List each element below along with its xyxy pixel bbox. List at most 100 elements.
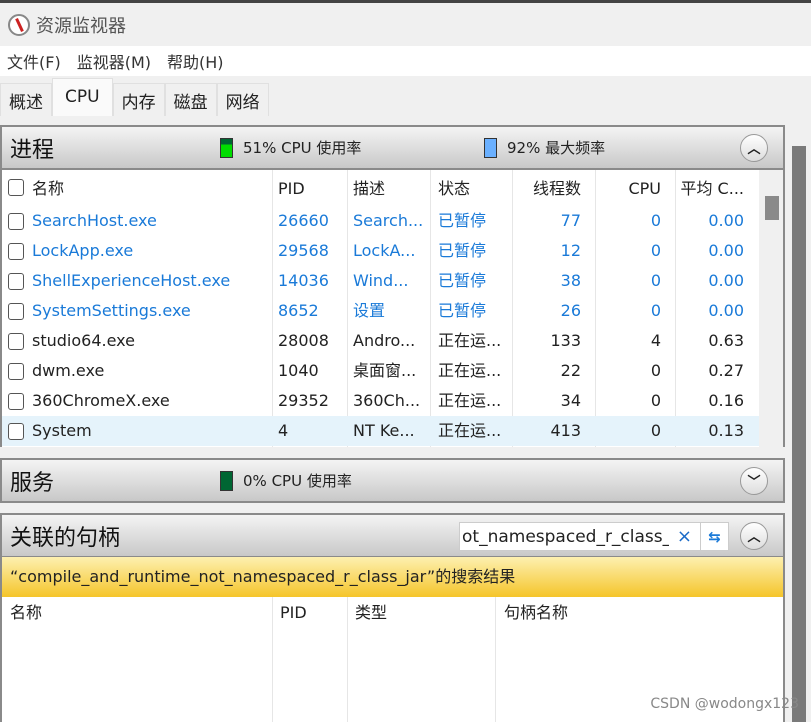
row-checkbox[interactable] bbox=[8, 333, 24, 350]
row-checkbox[interactable] bbox=[8, 303, 24, 320]
row-checkbox[interactable] bbox=[8, 213, 24, 230]
cpu-usage-stat: 51% CPU 使用率 bbox=[220, 137, 361, 158]
cell-pid: 1040 bbox=[278, 361, 319, 380]
row-checkbox[interactable] bbox=[8, 423, 24, 440]
refresh-search-icon[interactable]: ⇆ bbox=[700, 523, 728, 550]
cell-status: 正在运... bbox=[438, 361, 502, 380]
cell-status: 已暂停 bbox=[438, 301, 487, 320]
cell-description: 桌面窗... bbox=[353, 361, 417, 380]
services-cpu-text: 0% CPU 使用率 bbox=[243, 472, 352, 490]
cell-avg-cpu: 0.27 bbox=[708, 361, 744, 380]
table-row[interactable]: ShellExperienceHost.exe 14036 Wind... 已暂停 38… bbox=[2, 266, 759, 296]
cell-description: 360Ch... bbox=[353, 391, 421, 410]
table-row[interactable]: 360ChromeX.exe 29352 360Ch... 正在运... 34 0 0.16 bbox=[2, 386, 759, 416]
processes-header[interactable]: 进程 51% CPU 使用率 92% 最大频率 ︿ bbox=[0, 125, 785, 170]
column-header-pid[interactable]: PID bbox=[280, 598, 307, 628]
cell-threads: 26 bbox=[560, 301, 581, 320]
column-header-avg-cpu[interactable]: 平均 C... bbox=[675, 174, 744, 204]
cell-status: 已暂停 bbox=[438, 241, 487, 260]
handles-header[interactable]: 关联的句柄 ot_namespaced_r_class_jar × ⇆ ︿ bbox=[0, 513, 785, 558]
cell-avg-cpu: 0.00 bbox=[708, 271, 744, 290]
table-scrollbar[interactable] bbox=[759, 170, 783, 447]
cell-pid: 14036 bbox=[278, 271, 329, 290]
clear-search-icon[interactable]: × bbox=[669, 526, 700, 547]
tab-cpu[interactable]: CPU bbox=[52, 78, 113, 116]
cell-threads: 133 bbox=[550, 331, 581, 350]
cell-threads: 34 bbox=[560, 391, 581, 410]
table-row[interactable]: dwm.exe 1040 桌面窗... 正在运... 22 0 0.27 bbox=[2, 356, 759, 386]
table-row[interactable]: SearchHost.exe 26660 Search... 已暂停 77 0 0.00 bbox=[2, 206, 759, 236]
cell-status: 正在运... bbox=[438, 391, 502, 410]
main-scrollbar[interactable] bbox=[790, 116, 811, 722]
collapse-chevron-up-icon[interactable]: ︿ bbox=[740, 521, 768, 550]
tab-network[interactable]: 网络 bbox=[216, 83, 269, 116]
column-header-pid[interactable]: PID bbox=[278, 174, 342, 204]
expand-chevron-down-icon[interactable]: ﹀ bbox=[740, 466, 768, 495]
column-header-cpu[interactable]: CPU bbox=[595, 174, 661, 204]
tab-memory[interactable]: 内存 bbox=[112, 83, 165, 116]
services-cpu-swatch-icon bbox=[220, 470, 233, 491]
column-header-type[interactable]: 类型 bbox=[355, 598, 387, 628]
cell-threads: 22 bbox=[560, 361, 581, 380]
cell-name: ShellExperienceHost.exe bbox=[32, 271, 231, 290]
row-checkbox[interactable] bbox=[8, 273, 24, 290]
cell-threads: 12 bbox=[560, 241, 581, 260]
cell-pid: 8652 bbox=[278, 301, 319, 320]
column-header-description[interactable]: 描述 bbox=[353, 174, 422, 204]
menu-bar: 文件(F) 监视器(M) 帮助(H) bbox=[0, 46, 811, 76]
cell-name: 360ChromeX.exe bbox=[32, 391, 170, 410]
cell-status: 已暂停 bbox=[438, 211, 487, 230]
column-header-handle-name[interactable]: 句柄名称 bbox=[504, 598, 568, 628]
main-scrollbar-thumb[interactable] bbox=[792, 146, 806, 722]
collapse-chevron-up-icon[interactable]: ︿ bbox=[740, 133, 768, 162]
menu-help[interactable]: 帮助(H) bbox=[160, 49, 233, 73]
row-checkbox[interactable] bbox=[8, 393, 24, 410]
processes-title: 进程 bbox=[10, 137, 55, 163]
column-header-status[interactable]: 状态 bbox=[438, 174, 502, 204]
services-header[interactable]: 服务 0% CPU 使用率 ﹀ bbox=[0, 458, 785, 503]
cell-description: Andro... bbox=[353, 331, 416, 350]
tab-overview[interactable]: 概述 bbox=[0, 83, 52, 116]
table-row[interactable]: SystemSettings.exe 8652 设置 已暂停 26 0 0.00 bbox=[2, 296, 759, 326]
column-header-name[interactable]: 名称 bbox=[32, 174, 266, 204]
table-scrollbar-thumb[interactable] bbox=[765, 196, 779, 220]
tab-disk[interactable]: 磁盘 bbox=[164, 83, 217, 116]
cell-avg-cpu: 0.00 bbox=[708, 301, 744, 320]
cell-cpu: 0 bbox=[650, 301, 661, 320]
menu-monitor[interactable]: 监视器(M) bbox=[70, 49, 160, 73]
select-all-checkbox[interactable] bbox=[8, 179, 24, 196]
tab-bar: 概述 CPU 内存 磁盘 网络 bbox=[0, 76, 811, 116]
row-checkbox[interactable] bbox=[8, 243, 24, 260]
cell-description: Search... bbox=[353, 211, 422, 230]
cell-cpu: 0 bbox=[650, 421, 661, 440]
cell-pid: 28008 bbox=[278, 331, 329, 350]
table-header: 名称 PID 类型 句柄名称 ^ bbox=[2, 597, 759, 629]
table-row[interactable]: studio64.exe 28008 Andro... 正在运... 133 4 0.63 bbox=[2, 326, 759, 356]
cell-avg-cpu: 0.16 bbox=[708, 391, 744, 410]
menu-file[interactable]: 文件(F) bbox=[0, 49, 70, 73]
column-header-name[interactable]: 名称 bbox=[10, 598, 42, 628]
search-results-banner: “compile_and_runtime_not_namespaced_r_cl… bbox=[0, 557, 785, 597]
row-checkbox[interactable] bbox=[8, 363, 24, 380]
column-header-threads[interactable]: 线程数 bbox=[512, 174, 581, 204]
cell-status: 正在运... bbox=[438, 421, 502, 440]
cell-pid: 29568 bbox=[278, 241, 329, 260]
watermark: CSDN @wodongx123 bbox=[650, 696, 799, 712]
max-frequency-stat: 92% 最大频率 bbox=[484, 137, 605, 158]
cell-avg-cpu: 0.13 bbox=[708, 421, 744, 440]
title-bar: 资源监视器 bbox=[0, 3, 811, 46]
cell-name: SystemSettings.exe bbox=[32, 301, 191, 320]
window-title: 资源监视器 bbox=[36, 15, 126, 37]
frequency-swatch-icon bbox=[484, 137, 497, 158]
table-row[interactable]: System 4 NT Ke... 正在运... 413 0 0.13 bbox=[2, 416, 759, 446]
cell-avg-cpu: 0.00 bbox=[708, 211, 744, 230]
table-row[interactable]: LockApp.exe 29568 LockA... 已暂停 12 0 0.00 bbox=[2, 236, 759, 266]
handle-search-input[interactable]: ot_namespaced_r_class_jar bbox=[460, 527, 669, 547]
cell-pid: 26660 bbox=[278, 211, 329, 230]
table-header: 名称 PID 描述 状态 线程数 CPU 平均 C... ^ bbox=[2, 170, 759, 205]
services-title: 服务 bbox=[10, 470, 55, 496]
handles-title: 关联的句柄 bbox=[10, 525, 121, 551]
cell-pid: 29352 bbox=[278, 391, 329, 410]
processes-table: 名称 PID 描述 状态 线程数 CPU 平均 C... ^ SearchHost.exe 266… bbox=[0, 170, 785, 447]
services-cpu-stat: 0% CPU 使用率 bbox=[220, 470, 352, 491]
